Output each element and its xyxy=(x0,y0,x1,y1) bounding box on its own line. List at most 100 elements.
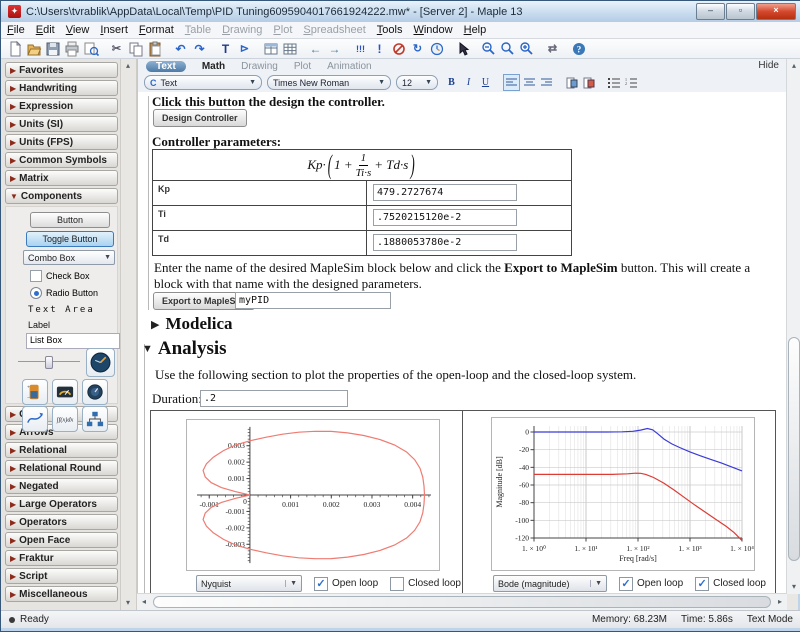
palette-header-negated[interactable]: ▶Negated xyxy=(5,478,118,494)
nyquist-closed-loop-checkbox[interactable] xyxy=(390,577,404,591)
component-list-box[interactable]: List Box xyxy=(26,333,120,349)
bullet-list-button[interactable] xyxy=(606,75,621,90)
scroll-down-icon[interactable]: ▾ xyxy=(121,596,135,610)
slider-thumb[interactable] xyxy=(45,356,53,369)
interrupt-icon[interactable] xyxy=(390,40,407,57)
kp-value-input[interactable] xyxy=(373,184,517,201)
zoom-out-icon[interactable] xyxy=(480,40,497,57)
palette-header-open-face[interactable]: ▶Open Face xyxy=(5,532,118,548)
palette-header-units-fps-[interactable]: ▶Units (FPS) xyxy=(5,134,118,150)
duration-input[interactable] xyxy=(200,390,348,407)
align-right-button[interactable] xyxy=(539,75,554,90)
ti-value-input[interactable] xyxy=(373,209,517,226)
insert-spreadsheet-icon[interactable] xyxy=(281,40,298,57)
pointer-tool-icon[interactable] xyxy=(454,40,471,57)
zoom-in-icon[interactable] xyxy=(518,40,535,57)
align-center-button[interactable] xyxy=(522,75,537,90)
horizontal-scroll-thumb[interactable] xyxy=(153,596,771,608)
menu-plot[interactable]: Plot xyxy=(273,24,292,36)
scroll-left-icon[interactable]: ◂ xyxy=(137,595,151,609)
insert-table-icon[interactable] xyxy=(262,40,279,57)
menu-format[interactable]: Format xyxy=(139,24,174,36)
close-button[interactable]: × xyxy=(756,3,796,20)
back-icon[interactable]: ← xyxy=(307,40,324,57)
print-preview-icon[interactable] xyxy=(82,40,99,57)
execute-icon[interactable]: ! xyxy=(371,40,388,57)
nyquist-plot[interactable]: -0.0010.0010.0020.0030.004-0.003-0.002-0… xyxy=(186,419,440,571)
font-family-select[interactable]: Times New Roman ▼ xyxy=(267,75,391,90)
menu-spreadsheet[interactable]: Spreadsheet xyxy=(303,24,365,36)
palette-header-fraktur[interactable]: ▶Fraktur xyxy=(5,550,118,566)
tab-math[interactable]: Math xyxy=(202,61,225,72)
document-horizontal-scrollbar[interactable]: ◂ ▸ xyxy=(137,593,787,610)
palette-header-units-si-[interactable]: ▶Units (SI) xyxy=(5,116,118,132)
menu-view[interactable]: View xyxy=(66,24,90,36)
align-left-button[interactable] xyxy=(503,74,520,91)
numbered-list-button[interactable]: 12 xyxy=(623,75,638,90)
palette-header-common-symbols[interactable]: ▶Common Symbols xyxy=(5,152,118,168)
menu-file[interactable]: File xyxy=(7,24,25,36)
undo-icon[interactable]: ↶ xyxy=(172,40,189,57)
new-document-icon[interactable] xyxy=(6,40,23,57)
meter-gauge-icon[interactable] xyxy=(52,379,78,405)
shortcut-component-icon[interactable] xyxy=(82,406,108,432)
paragraph-style-select[interactable]: C Text ▼ xyxy=(144,75,262,90)
palette-header-miscellaneous[interactable]: ▶Miscellaneous xyxy=(5,586,118,602)
bode-plot[interactable]: 0-20-40-60-80-100-1201. × 10⁰1. × 10¹1. … xyxy=(491,417,755,571)
design-controller-button[interactable]: Design Controller xyxy=(153,109,247,127)
palette-header-relational-round[interactable]: ▶Relational Round xyxy=(5,460,118,476)
component-button[interactable]: Button xyxy=(30,212,110,228)
print-icon[interactable] xyxy=(63,40,80,57)
open-file-icon[interactable] xyxy=(25,40,42,57)
document-canvas[interactable]: Click this button the design the control… xyxy=(138,92,787,594)
palette-header-handwriting[interactable]: ▶Handwriting xyxy=(5,80,118,96)
component-check-box[interactable]: Check Box xyxy=(30,270,90,282)
bode-open-loop-checkbox[interactable]: ✓ xyxy=(619,577,633,591)
analysis-section-header[interactable]: ▼ Analysis xyxy=(142,338,227,360)
modelica-section-header[interactable]: ▶ Modelica xyxy=(151,314,233,334)
scroll-up-icon[interactable]: ▴ xyxy=(787,59,800,73)
dial-gauge-icon[interactable] xyxy=(86,348,115,377)
palette-header-expression[interactable]: ▶Expression xyxy=(5,98,118,114)
palette-header-operators[interactable]: ▶Operators xyxy=(5,514,118,530)
autosave-icon[interactable] xyxy=(428,40,445,57)
toggle-view-icon[interactable]: ⇄ xyxy=(544,40,561,57)
font-size-select[interactable]: 12 ▼ xyxy=(396,75,438,90)
td-value-input[interactable] xyxy=(373,234,517,251)
paste-icon[interactable] xyxy=(146,40,163,57)
save-icon[interactable] xyxy=(44,40,61,57)
component-label[interactable]: Label xyxy=(28,320,50,330)
scroll-up-icon[interactable]: ▴ xyxy=(121,59,135,73)
hide-toolbar-link[interactable]: Hide xyxy=(758,60,779,71)
minimize-button[interactable]: – xyxy=(696,3,725,20)
plot-component-icon[interactable] xyxy=(22,406,48,432)
vertical-scroll-thumb[interactable] xyxy=(788,337,800,561)
math-container-icon[interactable]: ∫f(x)dx xyxy=(52,406,78,432)
menu-window[interactable]: Window xyxy=(413,24,452,36)
math-mode-icon[interactable]: ⊳ xyxy=(236,40,253,57)
scroll-down-icon[interactable]: ▾ xyxy=(787,580,800,594)
component-slider[interactable] xyxy=(18,356,80,366)
palette-header-relational[interactable]: ▶Relational xyxy=(5,442,118,458)
scroll-right-icon[interactable]: ▸ xyxy=(773,595,787,609)
tab-drawing[interactable]: Drawing xyxy=(241,61,278,72)
menu-table[interactable]: Table xyxy=(185,24,211,36)
redo-icon[interactable]: ↷ xyxy=(191,40,208,57)
component-toggle-button[interactable]: Toggle Button xyxy=(26,231,114,247)
volume-gauge-icon[interactable]: +− xyxy=(22,379,48,405)
menu-drawing[interactable]: Drawing xyxy=(222,24,262,36)
component-radio-button[interactable]: Radio Button xyxy=(30,287,98,299)
palette-header-components[interactable]: ▼ Components xyxy=(5,188,118,204)
tab-text[interactable]: Text xyxy=(146,61,186,72)
menu-tools[interactable]: Tools xyxy=(377,24,403,36)
palette-header-large-operators[interactable]: ▶Large Operators xyxy=(5,496,118,512)
bode-plot-type-select[interactable]: Bode (magnitude) ▼ xyxy=(493,575,607,592)
document-vertical-scrollbar[interactable]: ▴ ▾ xyxy=(786,59,800,594)
nyquist-plot-type-select[interactable]: Nyquist ▼ xyxy=(196,575,302,592)
tab-plot[interactable]: Plot xyxy=(294,61,311,72)
underline-button[interactable]: U xyxy=(478,75,493,90)
component-combo-box[interactable]: Combo Box▼ xyxy=(23,250,115,265)
palette-header-favorites[interactable]: ▶Favorites xyxy=(5,62,118,78)
menu-edit[interactable]: Edit xyxy=(36,24,55,36)
title-bar[interactable]: ✦ C:\Users\tvrablik\AppData\Local\Temp\P… xyxy=(1,1,800,22)
